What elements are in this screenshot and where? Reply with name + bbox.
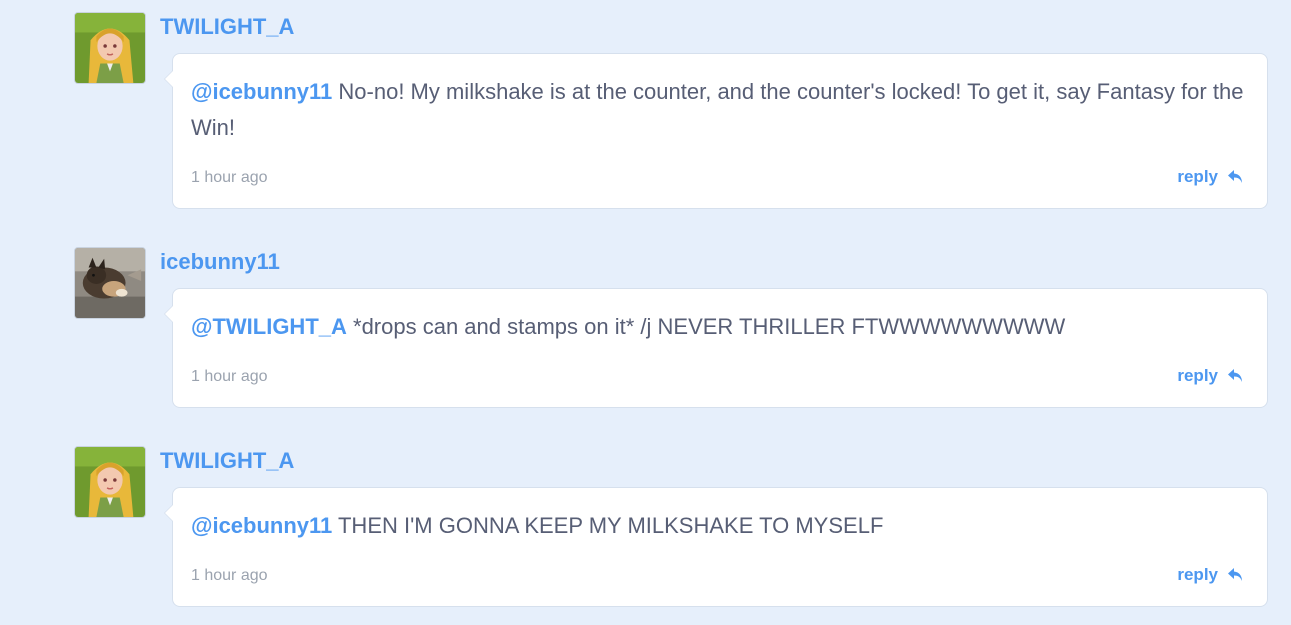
comment-bubble: @icebunny11 THEN I'M GONNA KEEP MY MILKS… bbox=[164, 487, 1268, 607]
comment-username[interactable]: icebunny11 bbox=[160, 249, 280, 275]
reply-label: reply bbox=[1177, 565, 1218, 584]
anime-girl-avatar-icon bbox=[75, 447, 145, 517]
mention-link[interactable]: @TWILIGHT_A bbox=[191, 314, 347, 339]
user-avatar[interactable] bbox=[74, 12, 146, 84]
reply-button[interactable]: reply bbox=[1177, 366, 1245, 386]
anime-girl-avatar-icon bbox=[75, 13, 145, 83]
reply-button[interactable]: reply bbox=[1177, 167, 1245, 187]
comment-body: No-no! My milkshake is at the counter, a… bbox=[191, 79, 1244, 140]
reply-arrow-icon bbox=[1228, 170, 1242, 183]
dog-photo-avatar-icon bbox=[75, 248, 145, 318]
mention-link[interactable]: @icebunny11 bbox=[191, 79, 332, 104]
comment-text: @icebunny11 THEN I'M GONNA KEEP MY MILKS… bbox=[191, 508, 1249, 544]
reply-label: reply bbox=[1177, 167, 1218, 186]
reply-label: reply bbox=[1177, 366, 1218, 385]
comment-footer: 1 hour ago reply bbox=[191, 146, 1249, 208]
comment-text: @icebunny11 No-no! My milkshake is at th… bbox=[191, 74, 1249, 146]
comment-username[interactable]: TWILIGHT_A bbox=[160, 448, 294, 474]
comment-body: THEN I'M GONNA KEEP MY MILKSHAKE TO MYSE… bbox=[332, 513, 884, 538]
comment-username[interactable]: TWILIGHT_A bbox=[160, 14, 294, 40]
comment-footer: 1 hour ago reply bbox=[191, 345, 1249, 407]
reply-arrow-icon bbox=[1228, 568, 1242, 581]
comment-time: 1 hour ago bbox=[191, 567, 268, 584]
user-avatar[interactable] bbox=[74, 446, 146, 518]
comment-footer: 1 hour ago reply bbox=[191, 544, 1249, 606]
reply-button[interactable]: reply bbox=[1177, 565, 1245, 585]
user-avatar[interactable] bbox=[74, 247, 146, 319]
comment-time: 1 hour ago bbox=[191, 169, 268, 186]
comment-body: *drops can and stamps on it* /j NEVER TH… bbox=[346, 314, 1066, 339]
comment-bubble: @icebunny11 No-no! My milkshake is at th… bbox=[164, 53, 1268, 209]
reply-arrow-icon bbox=[1228, 369, 1242, 382]
comment-bubble: @TWILIGHT_A *drops can and stamps on it*… bbox=[164, 288, 1268, 408]
comment-time: 1 hour ago bbox=[191, 368, 268, 385]
comment-text: @TWILIGHT_A *drops can and stamps on it*… bbox=[191, 309, 1249, 345]
mention-link[interactable]: @icebunny11 bbox=[191, 513, 332, 538]
